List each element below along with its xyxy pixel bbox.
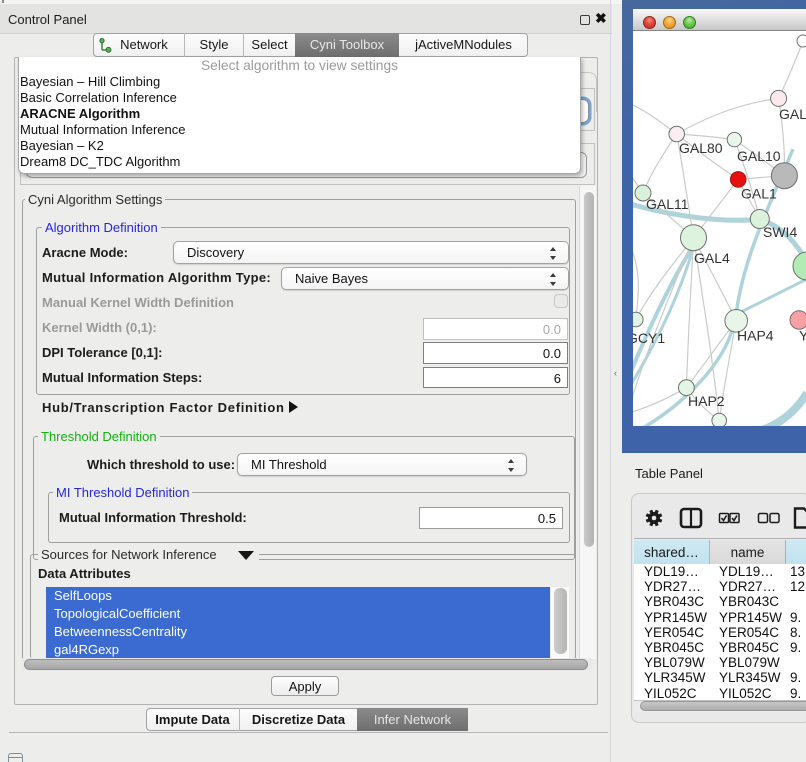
svg-text:GAL1: GAL1 xyxy=(741,186,777,202)
svg-text:HAP4: HAP4 xyxy=(737,328,774,344)
svg-text:GAL4: GAL4 xyxy=(694,250,730,266)
svg-text:GAL7: GAL7 xyxy=(779,106,806,122)
svg-text:HAP2: HAP2 xyxy=(688,393,725,409)
svg-text:SWI4: SWI4 xyxy=(763,224,797,240)
svg-text:GAL80: GAL80 xyxy=(679,140,723,156)
svg-text:Y: Y xyxy=(799,328,806,344)
svg-text:GAL10: GAL10 xyxy=(737,148,781,164)
svg-text:GCY1: GCY1 xyxy=(633,330,665,346)
svg-text:GAL11: GAL11 xyxy=(646,196,689,212)
